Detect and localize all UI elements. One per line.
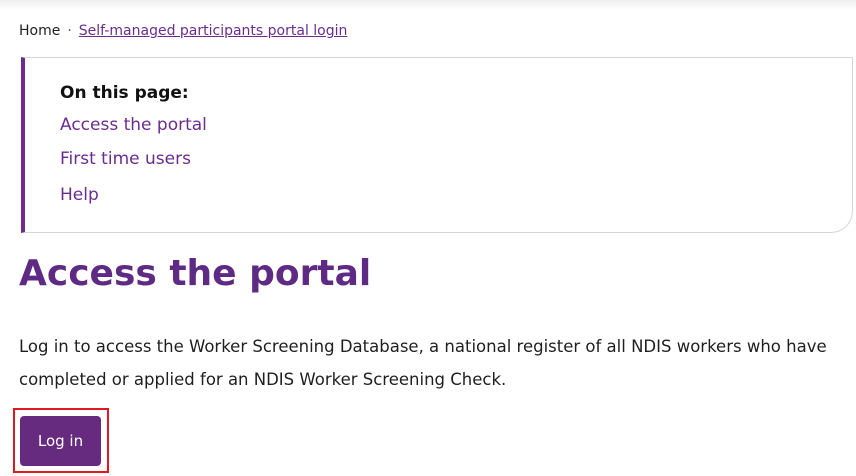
login-button[interactable]: Log in — [20, 416, 101, 466]
breadcrumb-home-link[interactable]: Home — [19, 23, 60, 39]
on-this-page-box: On this page: Access the portal First ti… — [21, 57, 853, 233]
on-this-page-link-first-time-users[interactable]: First time users — [60, 149, 191, 169]
on-this-page-link-access-portal[interactable]: Access the portal — [60, 115, 207, 135]
page: Home · Self-managed participants portal lo… — [0, 0, 856, 476]
breadcrumb-separator: · — [67, 23, 72, 39]
breadcrumb-current-link[interactable]: Self-managed participants portal login — [79, 23, 348, 39]
page-heading: Access the portal — [19, 253, 372, 294]
top-edge — [0, 0, 856, 10]
on-this-page-link-help[interactable]: Help — [60, 185, 99, 205]
breadcrumb: Home · Self-managed participants portal lo… — [19, 22, 347, 40]
description-text: Log in to access the Worker Screening Da… — [19, 337, 827, 389]
on-this-page-title: On this page: — [60, 83, 189, 103]
